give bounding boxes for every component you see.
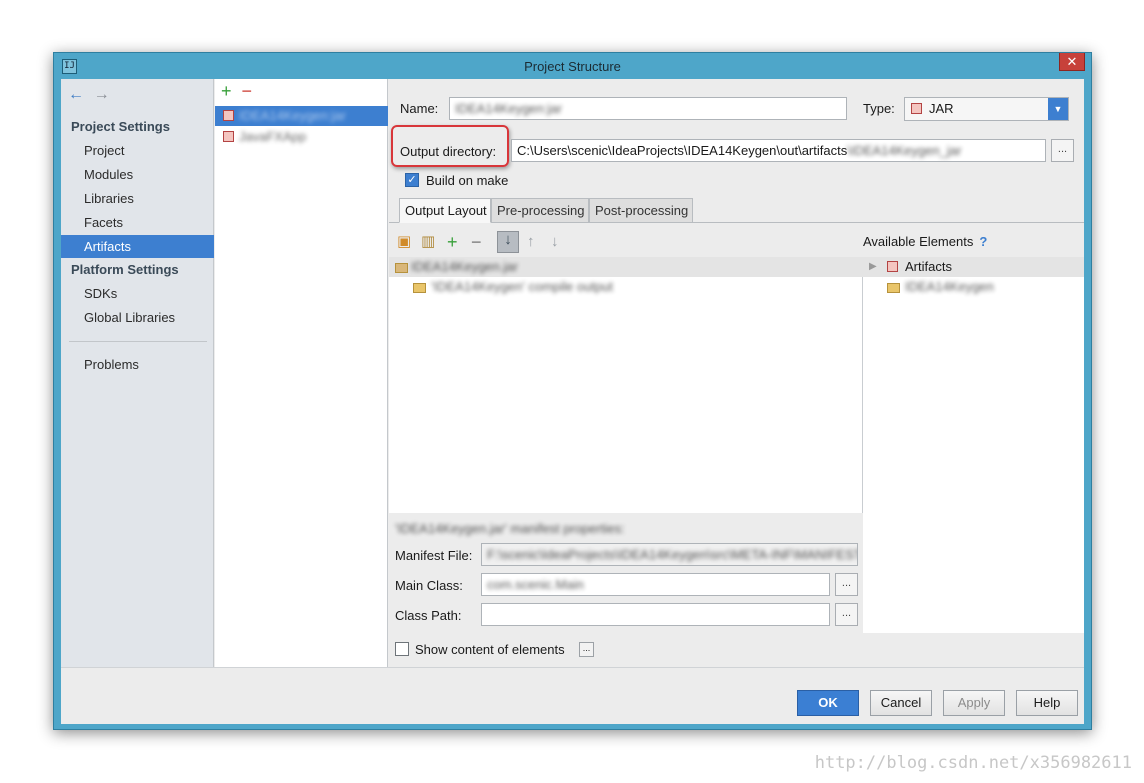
add-element-icon[interactable]: + — [447, 233, 458, 251]
available-elements-header: Available Elements? — [863, 229, 1084, 257]
tree-row[interactable]: 'IDEA14Keygen' compile output — [389, 277, 863, 297]
class-path-field[interactable] — [481, 603, 830, 626]
tree-row[interactable]: IDEA14Keygen.jar — [389, 257, 863, 277]
tree-row-label: IDEA14Keygen.jar — [411, 259, 518, 274]
archive-icon — [395, 263, 408, 273]
artifacts-icon — [887, 261, 898, 272]
apply-button[interactable]: Apply — [943, 690, 1005, 716]
artifact-list-panel: + − IDEA14Keygen:jar JavaFXApp — [215, 79, 388, 667]
nav-item-artifacts[interactable]: Artifacts — [61, 235, 214, 258]
nav-item-sdks[interactable]: SDKs — [61, 282, 214, 305]
type-select[interactable]: JAR ▼ — [904, 97, 1069, 121]
tree-row-label: IDEA14Keygen — [905, 279, 994, 294]
nav-item-facets[interactable]: Facets — [61, 211, 214, 234]
build-on-make-checkbox[interactable]: ✓ — [405, 173, 419, 187]
browse-main-class-button[interactable]: ... — [835, 573, 858, 596]
main-class-value: com.scenic.Main — [487, 577, 584, 592]
nav-item-libraries[interactable]: Libraries — [61, 187, 214, 210]
forward-arrow-icon[interactable]: → — [94, 86, 116, 104]
browse-class-path-button[interactable]: ... — [835, 603, 858, 626]
remove-element-icon[interactable]: − — [471, 233, 482, 251]
nav-item-project[interactable]: Project — [61, 139, 214, 162]
new-directory-icon[interactable]: ▣ — [397, 234, 411, 250]
artifact-toolbar: + − — [221, 82, 252, 100]
manifest-file-value: F:\scenic\IdeaProjects\IDEA14Keygen\src\… — [487, 547, 858, 562]
name-label: Name: — [400, 101, 439, 116]
artifact-name: JavaFXApp — [239, 129, 307, 144]
nav-item-modules[interactable]: Modules — [61, 163, 214, 186]
cancel-button[interactable]: Cancel — [870, 690, 932, 716]
output-directory-value: C:\Users\scenic\IdeaProjects\IDEA14Keyge… — [517, 143, 848, 158]
main-class-field[interactable]: com.scenic.Main — [481, 573, 830, 596]
output-directory-field[interactable]: C:\Users\scenic\IdeaProjects\IDEA14Keyge… — [511, 139, 1046, 162]
project-settings-heading: Project Settings — [71, 119, 170, 134]
browse-output-button[interactable]: ... — [1051, 139, 1074, 162]
dialog-footer: OK Cancel Apply Help — [61, 667, 1084, 724]
name-field[interactable]: IDEA14Keygen:jar — [449, 97, 847, 120]
folder-icon — [887, 283, 900, 293]
tab-pre-processing[interactable]: Pre-processing — [491, 198, 589, 223]
chevron-down-icon[interactable]: ▼ — [1048, 98, 1068, 120]
class-path-label: Class Path: — [395, 608, 462, 623]
artifact-item[interactable]: JavaFXApp — [215, 127, 388, 147]
add-artifact-icon[interactable]: + — [221, 81, 232, 101]
move-down-icon[interactable]: ↓ — [551, 234, 559, 250]
name-value: IDEA14Keygen:jar — [455, 101, 562, 116]
nav-item-global-libraries[interactable]: Global Libraries — [61, 306, 214, 329]
expand-arrow-icon[interactable]: ▶ — [869, 257, 877, 277]
nav-history: ← → — [68, 86, 116, 106]
folder-icon — [413, 283, 426, 293]
platform-settings-heading: Platform Settings — [71, 262, 179, 277]
main-class-label: Main Class: — [395, 578, 463, 593]
artifact-editor: Name: IDEA14Keygen:jar Type: JAR ▼ Outpu… — [389, 79, 1084, 667]
close-button[interactable]: ✕ — [1059, 53, 1085, 71]
tab-output-layout[interactable]: Output Layout — [399, 198, 491, 223]
manifest-title: 'IDEA14Keygen.jar' manifest properties: — [395, 521, 625, 536]
available-elements-tree: ▶ Artifacts IDEA14Keygen — [863, 257, 1084, 633]
remove-artifact-icon[interactable]: − — [242, 81, 253, 101]
tree-row-label: 'IDEA14Keygen' compile output — [431, 279, 614, 294]
title-bar[interactable]: IJ Project Structure ✕ — [54, 53, 1091, 79]
tab-post-processing[interactable]: Post-processing — [589, 198, 693, 223]
manifest-properties: 'IDEA14Keygen.jar' manifest properties: … — [389, 513, 863, 633]
output-layout-tree: IDEA14Keygen.jar 'IDEA14Keygen' compile … — [389, 257, 863, 513]
available-elements-title: Available Elements — [863, 234, 974, 249]
ok-button[interactable]: OK — [797, 690, 859, 716]
artifact-name: IDEA14Keygen:jar — [239, 108, 346, 123]
output-directory-label: Output directory: — [400, 144, 497, 159]
manifest-file-field[interactable]: F:\scenic\IdeaProjects\IDEA14Keygen\src\… — [481, 543, 858, 566]
type-label: Type: — [863, 101, 895, 116]
help-button[interactable]: Help — [1016, 690, 1078, 716]
tree-row-label: Artifacts — [905, 259, 952, 274]
type-value: JAR — [929, 101, 954, 116]
jar-icon — [911, 103, 922, 114]
sort-icon[interactable]: ↓ — [497, 231, 519, 253]
window-title: Project Structure — [524, 59, 621, 74]
jar-icon — [223, 110, 234, 121]
archive-icon[interactable]: ▥ — [421, 234, 435, 250]
show-content-label: Show content of elements — [415, 642, 565, 657]
output-layout-toolbar: ▣ ▥ + − ↓ ↑ ↓ — [389, 229, 863, 257]
show-content-checkbox[interactable] — [395, 642, 409, 656]
jar-icon — [223, 131, 234, 142]
help-icon[interactable]: ? — [979, 234, 987, 249]
watermark: http://blog.csdn.net/x356982611 — [814, 753, 1132, 773]
back-arrow-icon[interactable]: ← — [68, 86, 90, 104]
tree-row[interactable]: IDEA14Keygen — [863, 277, 1084, 297]
nav-divider — [69, 341, 207, 342]
artifact-item[interactable]: IDEA14Keygen:jar — [215, 106, 388, 126]
move-up-icon[interactable]: ↑ — [527, 234, 535, 250]
manifest-file-label: Manifest File: — [395, 548, 473, 563]
settings-nav: ← → Project Settings Project Modules Lib… — [61, 79, 214, 667]
build-on-make-label: Build on make — [426, 173, 509, 188]
tree-row[interactable]: ▶ Artifacts — [863, 257, 1084, 277]
dialog-body: ← → Project Settings Project Modules Lib… — [61, 79, 1084, 724]
show-content-options-button[interactable]: ... — [579, 642, 594, 657]
output-directory-hidden: \IDEA14Keygen_jar — [847, 143, 962, 158]
nav-item-problems[interactable]: Problems — [61, 353, 214, 376]
project-structure-window: IJ Project Structure ✕ ← → Project Setti… — [53, 52, 1092, 730]
